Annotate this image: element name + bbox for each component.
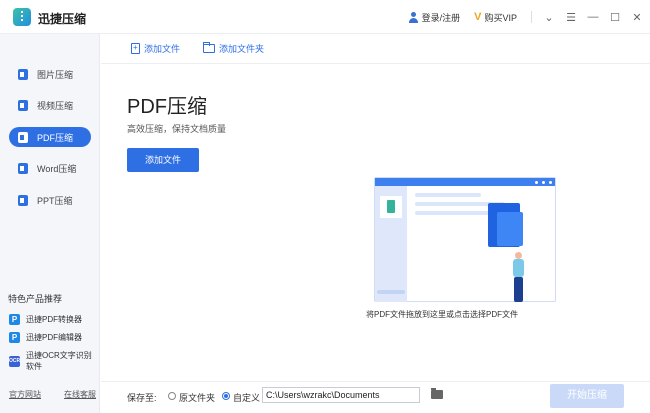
window-dot [549, 181, 552, 184]
page-subtitle: 高效压缩，保持文档质量 [127, 124, 227, 134]
window-dot [542, 181, 545, 184]
drop-hint: 将PDF文件拖放到这里或点击选择PDF文件 [366, 310, 518, 319]
word-icon [18, 162, 28, 174]
sidebar-item-label: PPT压缩 [37, 195, 73, 206]
divider [531, 11, 532, 23]
sidebar-item-ppt[interactable]: PPT压缩 [9, 190, 91, 210]
minimize-icon[interactable]: — [584, 11, 602, 23]
image-icon [18, 68, 28, 80]
illustration-sidebar [375, 186, 407, 302]
login-link[interactable]: 登录/注册 [422, 11, 461, 24]
sidebar-item-label: 图片压缩 [37, 69, 74, 80]
start-compress-button[interactable]: 开始压缩 [550, 384, 624, 408]
featured-pdf-converter[interactable]: P 迅捷PDF转换器 [9, 314, 82, 325]
folder-icon[interactable] [431, 388, 443, 399]
sidebar-item-label: Word压缩 [37, 163, 77, 174]
person-legs [514, 277, 523, 302]
title-bar: 迅捷压缩 登录/注册 V 购买VIP ⌄ ☰ — ☐ ✕ [0, 0, 650, 34]
zip-file-icon [380, 196, 402, 218]
chevron-down-icon[interactable]: ⌄ [540, 11, 558, 24]
menu-icon[interactable]: ☰ [562, 11, 580, 24]
add-file-toolbar-button[interactable]: 添加文件 [131, 42, 180, 55]
illustration-line [415, 193, 481, 197]
radio-original-folder[interactable] [168, 392, 176, 400]
official-website-link[interactable]: 官方网站 [9, 389, 41, 400]
person-body [513, 259, 524, 277]
add-folder-label: 添加文件夹 [219, 44, 265, 54]
sidebar-item-label: PDF压缩 [37, 132, 74, 143]
radio-custom-folder[interactable] [222, 392, 230, 400]
pdf-editor-icon: P [9, 332, 20, 343]
app-title: 迅捷压缩 [38, 12, 87, 26]
person-head [515, 252, 522, 259]
featured-title: 特色产品推荐 [8, 294, 63, 304]
video-icon [18, 99, 28, 111]
add-file-icon [131, 43, 140, 54]
sidebar-item-pdf[interactable]: PDF压缩 [9, 127, 91, 147]
featured-pdf-editor[interactable]: P 迅捷PDF编辑器 [9, 332, 82, 343]
add-file-label: 添加文件 [144, 44, 181, 54]
pdf-converter-icon: P [9, 314, 20, 325]
featured-label: 迅捷PDF编辑器 [26, 333, 82, 342]
title-bar-actions: 登录/注册 V 购买VIP ⌄ ☰ — ☐ ✕ [408, 0, 650, 34]
app-logo-icon [13, 8, 31, 26]
featured-label: 迅捷OCR文字识别软件 [26, 351, 92, 371]
document-front-icon [497, 212, 523, 246]
buy-vip-link[interactable]: 购买VIP [484, 11, 517, 24]
sidebar-item-word[interactable]: Word压缩 [9, 158, 91, 178]
sidebar-item-video[interactable]: 视频压缩 [9, 95, 91, 115]
featured-label: 迅捷PDF转换器 [26, 315, 82, 324]
ocr-icon: OCR [9, 355, 20, 367]
vip-icon[interactable]: V [474, 11, 481, 23]
featured-ocr[interactable]: OCR 迅捷OCR文字识别软件 [9, 350, 99, 372]
add-folder-toolbar-button[interactable]: 添加文件夹 [203, 42, 264, 55]
sidebar-item-image[interactable]: 图片压缩 [9, 64, 91, 84]
ppt-icon [18, 194, 28, 206]
online-support-link[interactable]: 在线客服 [64, 389, 96, 400]
maximize-icon[interactable]: ☐ [606, 11, 624, 24]
custom-folder-label[interactable]: 自定义 [233, 391, 260, 404]
sidebar-item-label: 视频压缩 [37, 100, 74, 111]
user-icon[interactable] [408, 11, 419, 23]
close-icon[interactable]: ✕ [628, 11, 646, 24]
window-dot [535, 181, 538, 184]
add-folder-icon [203, 42, 216, 53]
illustration-window-bar [375, 178, 555, 186]
toolbar: 添加文件 添加文件夹 [101, 34, 650, 64]
save-to-label: 保存至: [127, 393, 157, 403]
page-title: PDF压缩 [127, 96, 207, 118]
save-path-input[interactable] [262, 387, 420, 403]
sidebar: 图片压缩 视频压缩 PDF压缩 Word压缩 PPT压缩 特色产品推荐 P 迅捷… [0, 34, 100, 413]
bottom-bar: 保存至: 原文件夹 自定义 开始压缩 [101, 381, 650, 413]
pdf-icon [18, 131, 28, 143]
person-illustration [508, 252, 530, 304]
original-folder-label[interactable]: 原文件夹 [179, 391, 215, 404]
add-file-button[interactable]: 添加文件 [127, 148, 199, 172]
illustration-line [377, 290, 405, 294]
